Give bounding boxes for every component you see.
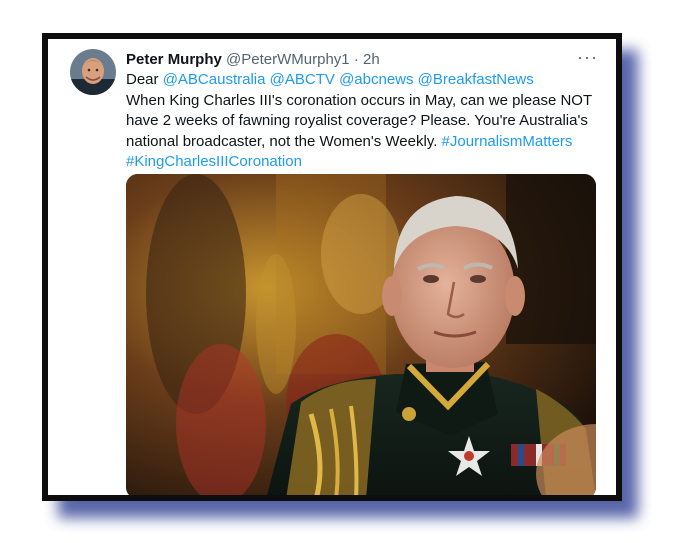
separator: ·: [353, 51, 359, 68]
mention-link[interactable]: @BreakfastNews: [418, 71, 534, 88]
mention-link[interactable]: @ABCaustralia: [163, 71, 266, 88]
avatar-photo: [70, 49, 116, 95]
hashtag-link[interactable]: #KingCharlesIIICoronation: [126, 153, 302, 170]
avatar[interactable]: [70, 49, 116, 95]
mention-link[interactable]: @ABCTV: [270, 71, 335, 88]
body-line: have 2 weeks of fawning royalist coverag…: [126, 112, 588, 129]
hashtag-link[interactable]: #JournalismMatters: [442, 133, 573, 150]
greeting: Dear: [126, 71, 159, 88]
tweet-media-image[interactable]: [126, 174, 596, 495]
display-name[interactable]: Peter Murphy: [126, 51, 222, 68]
handle[interactable]: @PeterWMurphy1: [226, 51, 350, 68]
king-portrait-photo: [126, 174, 596, 495]
body-line: When King Charles III's coronation occur…: [126, 91, 593, 109]
more-horizontal-icon[interactable]: ···: [577, 47, 598, 68]
timestamp[interactable]: 2h: [363, 51, 380, 68]
mention-link[interactable]: @abcnews: [339, 71, 413, 88]
tweet-header: Peter Murphy @PeterWMurphy1 · 2h: [126, 50, 576, 70]
tweet-card[interactable]: Peter Murphy @PeterWMurphy1 · 2h ··· Dea…: [48, 39, 616, 495]
body-line: national broadcaster, not the Women's We…: [126, 132, 438, 150]
tweet-text: Dear @ABCaustralia @ABCTV @abcnews @Brea…: [126, 70, 596, 173]
screenshot-frame: Peter Murphy @PeterWMurphy1 · 2h ··· Dea…: [42, 33, 622, 501]
